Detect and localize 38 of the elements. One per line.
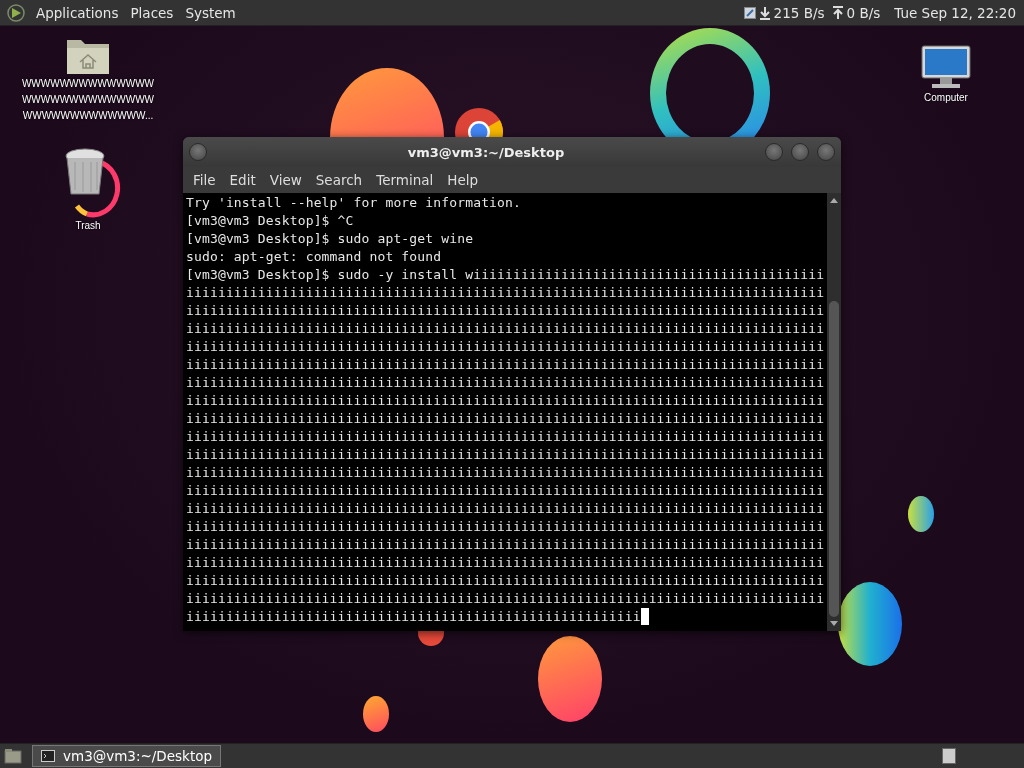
- menu-item[interactable]: Terminal: [370, 172, 440, 188]
- terminal-output: Try 'install --help' for more information. [vm3@vm3 Desktop]$ ^C [vm3@vm3 Desktop]$ sudo apt-get wine sudo: apt-get: command not found [vm3@vm3 Desktop]$ sudo -y install wiiiiiiiiiiiiiiiiiiiiiiiiiiiiiiiiiiiiiiiiiiii iiiiiiiiiiiiiiiiiiiiiiiiiiiiiiiiiiiiiiiiiiiiiiiiiiiiiiiiiiiiiiiiiiiiiiiiiiiiiiii iiiiiiiiiiiiiiiiiiiiiiiiiiiiiiiiiiiiiiiiiiiiiiiiiiiiiiiiiiiiiiiiiiiiiiiiiiiiiiii iiiiiiiiiiiiiiiiiiiiiiiiiiiiiiiiiiiiiiiiiiiiiiiiiiiiiiiiiiiiiiiiiiiiiiiiiiiiiiii iiiiiiiiiiiiiiiiiiiiiiiiiiiiiiiiiiiiiiiiiiiiiiiiiiiiiiiiiiiiiiiiiiiiiiiiiiiiiiii iiiiiiiiiiiiiiiiiiiiiiiiiiiiiiiiiiiiiiiiiiiiiiiiiiiiiiiiiiiiiiiiiiiiiiiiiiiiiiii iiiiiiiiiiiiiiiiiiiiiiiiiiiiiiiiiiiiiiiiiiiiiiiiiiiiiiiiiiiiiiiiiiiiiiiiiiiiiiii iiiiiiiiiiiiiiiiiiiiiiiiiiiiiiiiiiiiiiiiiiiiiiiiiiiiiiiiiiiiiiiiiiiiiiiiiiiiiiii iiiiiiiiiiiiiiiiiiiiiiiiiiiiiiiiiiiiiiiiiiiiiiiiiiiiiiiiiiiiiiiiiiiiiiiiiiiiiiii iiiiiiiiiiiiiiiiiiiiiiiiiiiiiiiiiiiiiiiiiiiiiiiiiiiiiiiiiiiiiiiiiiiiiiiiiiiiiiii iiiiiiiiiiiiiiiiiiiiiiiiiiiiiiiiiiiiiiiiiiiiiiiiiiiiiiiiiiiiiiiiiiiiiiiiiiiiiiii iiiiiiiiiiiiiiiiiiiiiiiiiiiiiiiiiiiiiiiiiiiiiiiiiiiiiiiiiiiiiiiiiiiiiiiiiiiiiiii iiiiiiiiiiiiiiiiiiiiiiiiiiiiiiiiiiiiiiiiiiiiiiiiiiiiiiiiiiiiiiiiiiiiiiiiiiiiiiii iiiiiiiiiiiiiiiiiiiiiiiiiiiiiiiiiiiiiiiiiiiiiiiiiiiiiiiiiiiiiiiiiiiiiiiiiiiiiiii iiiiiiiiiiiiiiiiiiiiiiiiiiiiiiiiiiiiiiiiiiiiiiiiiiiiiiiiiiiiiiiiiiiiiiiiiiiiiiii iiiiiiiiiiiiiiiiiiiiiiiiiiiiiiiiiiiiiiiiiiiiiiiiiiiiiiiiiiiiiiiiiiiiiiiiiiiiiiii iiiiiiiiiiiiiiiiiiiiiiiiiiiiiiiiiiiiiiiiiiiiiiiiiiiiiiiiiiiiiiiiiiiiiiiiiiiiiiii iiiiiiiiiiiiiiiiiiiiiiiiiiiiiiiiiiiiiiiiiiiiiiiiiiiiiiiiiiiiiiiiiiiiiiiiiiiiiiii iiiiiiiiiiiiiiiiiiiiiiiiiiiiiiiiiiiiiiiiiiiiiiiiiiiiiiiiiiiiiiiiiiiiiiiiiiiiiiii iiiiiiiiiiiiiiiiiiiiiiiiiiiiiiiiiiiiiiiiiiiiiiiiiiiiiiiii: [185, 194, 826, 627]
- icon-label[interactable]: Computer: [924, 90, 968, 106]
- terminal-icon: [41, 750, 55, 762]
- download-arrow-icon: [757, 5, 772, 20]
- show-desktop-icon[interactable]: [4, 748, 22, 764]
- clock[interactable]: Tue Sep 12, 22:20: [894, 4, 1016, 21]
- panel-menu[interactable]: Places: [126, 4, 178, 21]
- scrollbar-thumb[interactable]: [829, 301, 839, 617]
- scrollbar[interactable]: [827, 193, 841, 631]
- scroll-up-icon[interactable]: [829, 196, 839, 204]
- distro-logo-icon[interactable]: [6, 2, 26, 23]
- scroll-down-icon[interactable]: [829, 620, 839, 628]
- window-title: vm3@vm3:~/Desktop: [406, 144, 566, 160]
- computer-icon[interactable]: [920, 44, 972, 90]
- menu-item[interactable]: Edit: [223, 172, 262, 188]
- panel-menu[interactable]: Applications: [32, 4, 123, 21]
- download-rate: 215 B/s: [773, 4, 825, 21]
- menu-item[interactable]: View: [263, 172, 308, 188]
- menu-item[interactable]: File: [187, 172, 222, 188]
- menu-item[interactable]: Search: [309, 172, 369, 188]
- text-cursor: [640, 608, 649, 625]
- panel-menu[interactable]: System: [181, 4, 240, 21]
- wallpaper-blob: [418, 631, 444, 646]
- upload-arrow-icon: [830, 5, 845, 20]
- taskbar-button[interactable]: vm3@vm3:~/Desktop: [32, 745, 222, 767]
- workspace-switcher[interactable]: [942, 748, 956, 764]
- network-applet-icon[interactable]: [743, 6, 756, 19]
- close-button[interactable]: [817, 143, 835, 161]
- maximize-button[interactable]: [791, 143, 809, 161]
- wallpaper-blob: [908, 496, 934, 532]
- icon-label[interactable]: Trash: [75, 218, 101, 234]
- wallpaper-blob: [363, 696, 389, 732]
- icon-label[interactable]: WWWWWWWWWWWWWW WWWWWWWWWWWWWW WWWWWWWWWWWWW...: [21, 76, 155, 124]
- menu-item[interactable]: Help: [441, 172, 485, 188]
- upload-rate: 0 B/s: [846, 4, 881, 21]
- window-menu-button[interactable]: [189, 143, 207, 161]
- minimize-button[interactable]: [765, 143, 783, 161]
